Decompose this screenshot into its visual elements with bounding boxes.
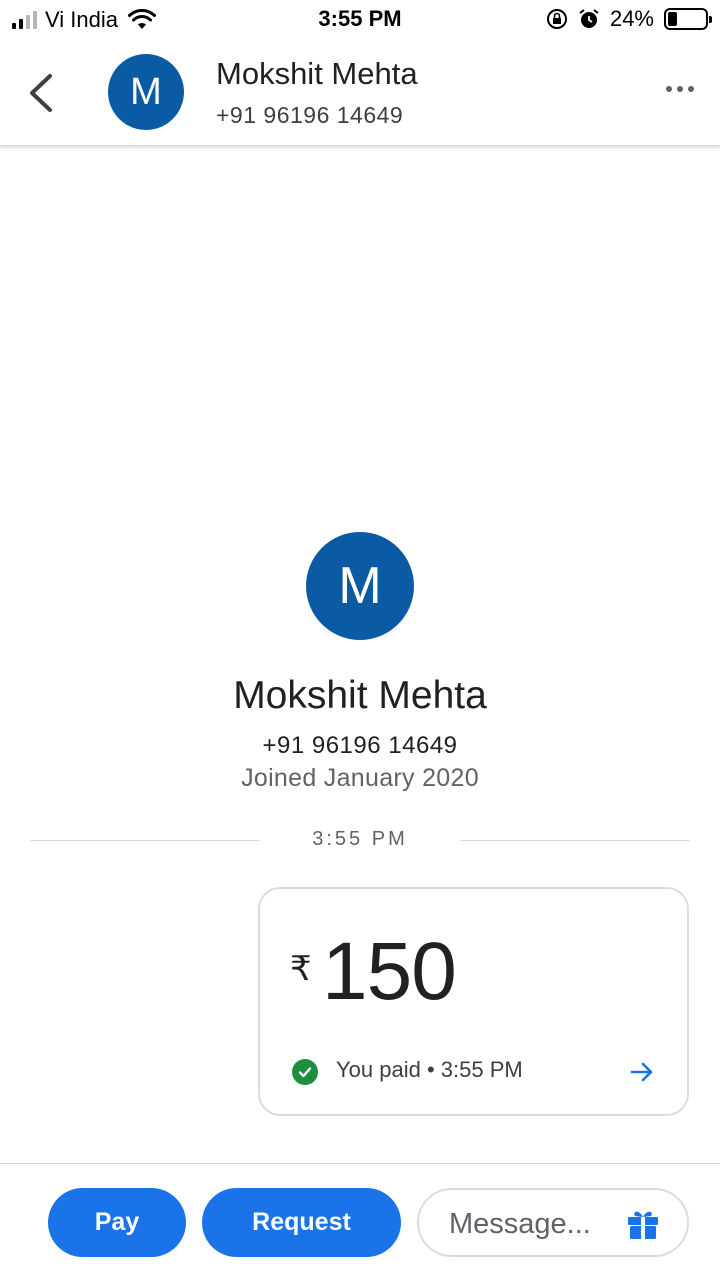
payment-amount: 150 [322,926,457,1017]
avatar[interactable]: M [108,54,184,130]
currency-symbol: ₹ [290,950,312,988]
battery-icon [664,8,712,30]
status-right: 24% [546,6,712,32]
payment-card[interactable]: ₹ 150 You paid • 3:55 PM [258,887,689,1116]
arrow-right-icon[interactable] [627,1057,657,1087]
more-horizontal-icon[interactable] [666,86,694,92]
chevron-left-icon[interactable] [22,70,62,116]
profile-joined: Joined January 2020 [241,764,479,792]
message-input[interactable]: Message... [417,1188,689,1257]
contact-name[interactable]: Mokshit Mehta [216,56,418,92]
status-bar: Vi India 3:55 PM 24% [0,0,720,40]
request-button[interactable]: Request [202,1188,401,1257]
message-placeholder: Message... [449,1208,591,1240]
alarm-icon [579,9,599,28]
divider [460,840,690,841]
payment-status: You paid • 3:55 PM [336,1057,523,1082]
profile-phone: +91 96196 14649 [262,732,458,759]
profile-name: Mokshit Mehta [233,674,487,717]
rotation-lock-icon [546,9,567,29]
battery-percent: 24% [609,6,654,31]
gift-icon[interactable] [625,1206,661,1242]
contact-phone: +91 96196 14649 [216,102,404,128]
bottom-divider [0,1163,720,1164]
conversation-header: M Mokshit Mehta +91 96196 14649 [0,40,720,146]
pay-button[interactable]: Pay [48,1188,186,1257]
profile-avatar: M [306,532,414,640]
check-circle-icon [292,1059,318,1085]
